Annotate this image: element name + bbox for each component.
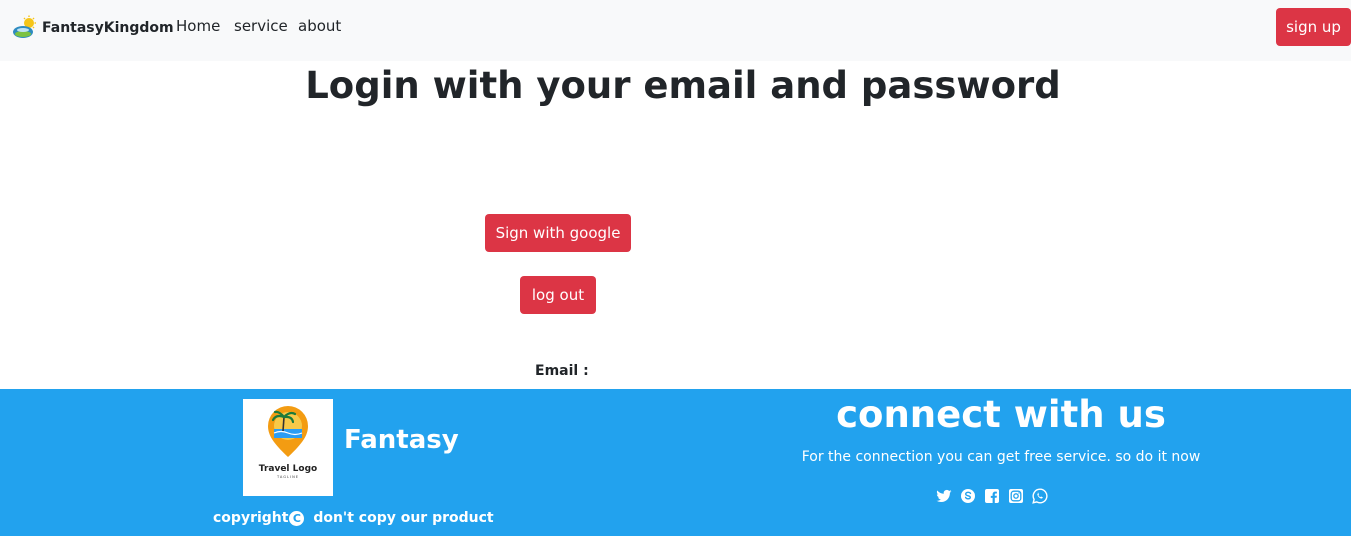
skype-icon[interactable] [960, 488, 976, 504]
twitter-icon[interactable] [936, 488, 952, 504]
sign-up-button[interactable]: sign up [1276, 8, 1351, 46]
facebook-icon[interactable] [984, 488, 1000, 504]
instagram-icon[interactable] [1008, 488, 1024, 504]
footer: Travel Logo TAGLINE Fantasy copyright C … [0, 389, 1351, 536]
brand[interactable]: FantasyKingdom [12, 14, 174, 42]
brand-logo-icon [13, 15, 36, 38]
nav-link-service[interactable]: service [234, 17, 288, 35]
email-label: Email : [535, 363, 589, 379]
connect-subtitle: For the connection you can get free serv… [801, 449, 1201, 465]
travel-logo-icon: Travel Logo TAGLINE [259, 406, 317, 479]
svg-text:Travel Logo: Travel Logo [259, 464, 317, 474]
connect-title: connect with us [836, 393, 1166, 436]
copyright-text: copyright C don't copy our product [213, 510, 494, 526]
whatsapp-icon[interactable] [1032, 488, 1048, 504]
page-title: Login with your email and password [305, 64, 1061, 107]
google-sign-in-button[interactable]: Sign with google [485, 214, 631, 252]
navbar: FantasyKingdom Home service about sign u… [0, 0, 1351, 61]
footer-brand-name: Fantasy [344, 425, 459, 455]
brand-name: FantasyKingdom [42, 20, 174, 36]
svg-text:TAGLINE: TAGLINE [276, 475, 299, 479]
social-links [936, 488, 1048, 504]
copyright-note: don't copy our product [308, 510, 494, 526]
nav-link-about[interactable]: about [298, 17, 341, 35]
copyright-label: copyright [213, 510, 289, 526]
logout-button[interactable]: log out [520, 276, 596, 314]
nav-link-home[interactable]: Home [176, 17, 220, 35]
copyright-icon: C [289, 510, 305, 526]
footer-logo: Travel Logo TAGLINE [243, 399, 333, 496]
